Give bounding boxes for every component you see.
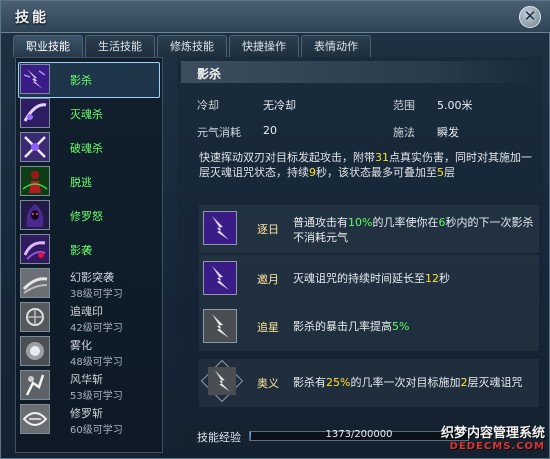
purple-slash-icon: [20, 98, 50, 128]
skill-requirement: 60级可学习: [70, 425, 123, 436]
detail-title: 影杀: [197, 67, 222, 81]
skill-item-huanyingtuxi[interactable]: 幻影突袭 38级可学习: [20, 268, 158, 300]
skill-requirement: 53级可学习: [70, 391, 123, 402]
upgrade-text: 影杀有25%的几率一次对目标施加2层灭魂诅咒: [293, 376, 523, 389]
skill-name: 灭魂杀: [70, 108, 103, 121]
skill-description: 快速挥动双刃对目标发起攻击，附带31点真实伤害，同时对其施加一层灭魂诅咒状态，持…: [199, 151, 532, 179]
upgrade-text: 影杀的暴击几率提高5%: [293, 320, 410, 333]
upgrade-text: 普通攻击有10%的几率使你在6秒内的下一次影杀不消耗元气: [293, 216, 534, 244]
skill-item-poshunsha[interactable]: 破魂杀: [20, 132, 158, 164]
purple-lightning-icon: [203, 211, 237, 245]
gray-lightning-icon: [200, 359, 244, 403]
skill-name: 风华斩: [70, 373, 103, 386]
tab-cultivation-skills[interactable]: 修炼技能: [157, 35, 227, 57]
upgrade-row-zhuri[interactable]: 逐日 普通攻击有10%的几率使你在6秒内的下一次影杀不消耗元气: [199, 205, 539, 253]
gray-lightning-icon: [203, 309, 237, 343]
close-icon[interactable]: ✕: [519, 6, 541, 28]
purple-lightning-icon: [20, 64, 50, 94]
skill-item-xiuluozhan[interactable]: 修罗斩 60级可学习: [20, 404, 158, 436]
skill-name: 修罗斩: [70, 407, 103, 420]
skill-item-yingxi[interactable]: 影袭: [20, 234, 158, 266]
upgrade-row-zhuixing[interactable]: 追星 影杀的暴击几率提高5%: [199, 303, 539, 351]
skill-name: 幻影突袭: [70, 271, 114, 284]
site-watermark: 织梦内容管理系统 DEDECMS.COM: [441, 422, 545, 452]
upgrade-name: 邀月: [257, 273, 279, 286]
range-value: 5.00米: [437, 99, 473, 112]
purple-cross-slash-icon: [20, 132, 50, 162]
skill-item-tuotao[interactable]: 脱逃: [20, 166, 158, 198]
skill-item-fenghuazhan[interactable]: 风华斩 53级可学习: [20, 370, 158, 402]
watermark-line1: 织梦内容管理系统: [440, 426, 545, 441]
cooldown-value: 无冷却: [263, 99, 296, 112]
tab-life-skills[interactable]: 生活技能: [85, 35, 155, 57]
purple-swirl-icon: [20, 234, 50, 264]
red-figure-icon: [20, 166, 50, 196]
phantom-dash-icon: [20, 268, 50, 298]
window-title: 技能: [15, 10, 49, 26]
upgrade-name: 奥义: [257, 377, 279, 390]
cooldown-label: 冷却: [197, 99, 219, 112]
skill-detail-panel: 影杀 冷却 无冷却 范围 5.00米 元气消耗 20 施法 瞬发 快速挥动双刃对…: [177, 57, 543, 453]
tab-class-skills[interactable]: 职业技能: [13, 35, 83, 57]
skill-requirement: 38级可学习: [70, 289, 123, 300]
skill-item-yingsha[interactable]: 影杀: [18, 62, 160, 98]
skill-item-mieshunsha[interactable]: 灭魂杀: [20, 98, 158, 130]
tab-emotes[interactable]: 表情动作: [301, 35, 371, 57]
detail-header: 影杀: [181, 61, 539, 83]
skill-name: 雾化: [70, 339, 92, 352]
mist-orb-icon: [20, 336, 50, 366]
purple-lightning-icon: [203, 261, 237, 295]
hooded-figure-icon: [20, 200, 50, 230]
skill-exp-label: 技能经验: [197, 431, 241, 444]
upgrade-name: 逐日: [257, 223, 279, 236]
skill-exp-text: 1373/200000: [325, 429, 393, 440]
upgrade-name: 追星: [257, 321, 279, 334]
wind-slash-icon: [20, 370, 50, 400]
skill-item-xiuluonu[interactable]: 修罗怒: [20, 200, 158, 232]
skill-item-wuhua[interactable]: 雾化 48级可学习: [20, 336, 158, 368]
skill-name: 破魂杀: [70, 142, 103, 155]
range-label: 范围: [393, 99, 415, 112]
skill-item-zhuihunyin[interactable]: 追魂印 42级可学习: [20, 302, 158, 334]
upgrade-row-yaoyue[interactable]: 邀月 灭魂诅咒的持续时间延长至12秒: [199, 255, 539, 303]
skill-name: 修罗怒: [70, 210, 103, 223]
skills-window: 技能 ✕ 职业技能 生活技能 修炼技能 快捷操作 表情动作 影杀 灭魂杀 破魂杀: [0, 0, 550, 459]
skill-name: 影袭: [70, 244, 92, 257]
upgrade-text: 灭魂诅咒的持续时间延长至12秒: [293, 272, 450, 285]
skill-name: 影杀: [70, 74, 92, 87]
watermark-line2: DEDECMS.COM: [449, 441, 545, 452]
title-bar[interactable]: 技能 ✕: [1, 1, 550, 33]
cost-value: 20: [263, 124, 277, 137]
skill-name: 追魂印: [70, 305, 103, 318]
skill-name: 脱逃: [70, 176, 92, 189]
asura-slash-icon: [20, 404, 50, 434]
tab-bar: 职业技能 生活技能 修炼技能 快捷操作 表情动作: [13, 35, 373, 57]
tab-quick-actions[interactable]: 快捷操作: [229, 35, 299, 57]
skill-requirement: 42级可学习: [70, 323, 123, 334]
upgrade-row-aoyi[interactable]: 奥义 影杀有25%的几率一次对目标施加2层灭魂诅咒: [199, 359, 539, 407]
cast-value: 瞬发: [437, 126, 459, 139]
cast-label: 施法: [393, 126, 415, 139]
soul-mark-icon: [20, 302, 50, 332]
cost-label: 元气消耗: [197, 126, 241, 139]
skill-requirement: 48级可学习: [70, 357, 123, 368]
skill-list: 影杀 灭魂杀 破魂杀 脱逃 修罗怒 影袭 幻影突袭 38级可学习 追魂印 42级…: [15, 57, 163, 453]
